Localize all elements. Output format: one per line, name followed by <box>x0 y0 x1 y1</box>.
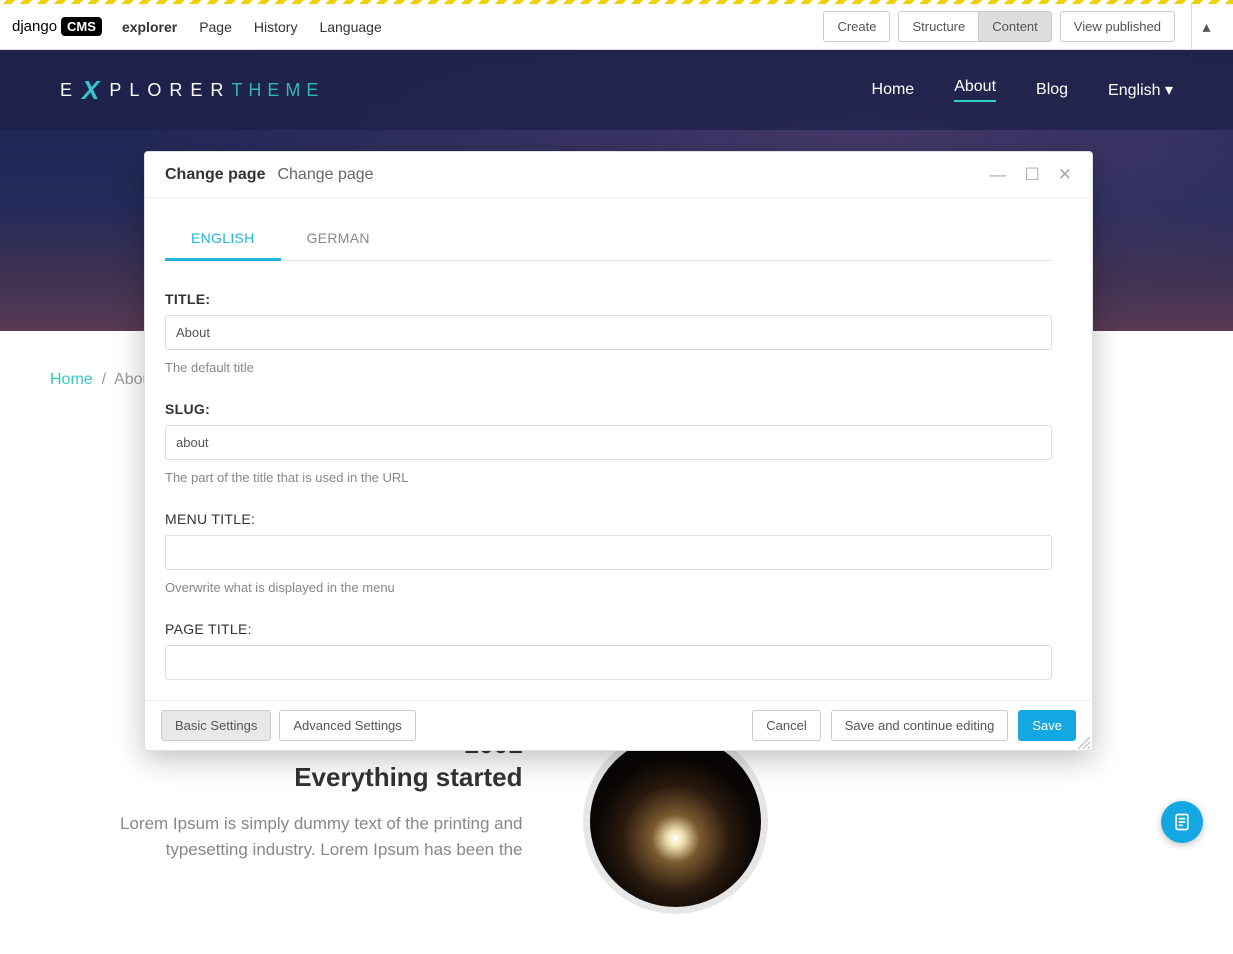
nav-about[interactable]: About <box>954 78 996 102</box>
logo-x-icon: X <box>82 75 107 106</box>
site-logo: E X PLORER THEME <box>60 75 324 106</box>
slug-help: The part of the title that is used in th… <box>165 470 1052 485</box>
save-button[interactable]: Save <box>1018 710 1076 741</box>
cms-menu: explorer Page History Language <box>122 19 404 35</box>
site-nav-links: Home About Blog English ▾ <box>872 78 1173 102</box>
cms-menu-history[interactable]: History <box>254 19 298 35</box>
basic-settings-button[interactable]: Basic Settings <box>161 710 271 741</box>
advanced-settings-button[interactable]: Advanced Settings <box>279 710 415 741</box>
field-slug: SLUG: The part of the title that is used… <box>165 401 1052 485</box>
save-continue-button[interactable]: Save and continue editing <box>831 710 1009 741</box>
language-tabs: ENGLISH GERMAN <box>165 218 1052 261</box>
cms-toolbar: django CMS explorer Page History Languag… <box>0 4 1233 50</box>
field-title: TITLE: The default title <box>165 291 1052 375</box>
title-help: The default title <box>165 360 1052 375</box>
resize-handle-icon[interactable] <box>1078 736 1090 748</box>
title-label: TITLE: <box>165 291 1052 307</box>
breadcrumb-sep: / <box>102 371 106 388</box>
menu-title-label: MENU TITLE: <box>165 511 1052 527</box>
site-nav: E X PLORER THEME Home About Blog English… <box>0 50 1233 130</box>
logo-pre: E <box>60 80 80 101</box>
modal-footer: Basic Settings Advanced Settings Cancel … <box>145 700 1092 750</box>
nav-language-dropdown[interactable]: English ▾ <box>1108 80 1173 100</box>
page-title-input[interactable] <box>165 645 1052 680</box>
breadcrumb-home[interactable]: Home <box>50 371 93 388</box>
field-page-title: PAGE TITLE: <box>165 621 1052 680</box>
cms-logo: django CMS <box>12 17 102 36</box>
nav-language-label: English <box>1108 82 1165 99</box>
modal-title-bold: Change page <box>165 166 265 184</box>
cms-menu-language[interactable]: Language <box>319 19 381 35</box>
cms-logo-badge: CMS <box>61 17 102 36</box>
tab-german[interactable]: GERMAN <box>281 218 396 260</box>
cms-menu-page[interactable]: Page <box>199 19 232 35</box>
menu-title-input[interactable] <box>165 535 1052 570</box>
modal-scroll-area[interactable]: ENGLISH GERMAN TITLE: The default title … <box>145 198 1092 700</box>
page-title-label: PAGE TITLE: <box>165 621 1052 637</box>
tab-english[interactable]: ENGLISH <box>165 218 281 261</box>
maximize-icon[interactable]: ☐ <box>1025 166 1040 183</box>
slug-input[interactable] <box>165 425 1052 460</box>
cancel-button[interactable]: Cancel <box>752 710 820 741</box>
document-icon <box>1172 812 1192 832</box>
structure-button[interactable]: Structure <box>898 11 979 42</box>
caret-down-icon: ▾ <box>1165 82 1173 99</box>
toolbar-collapse-toggle[interactable]: ▴ <box>1191 4 1221 50</box>
slug-label: SLUG: <box>165 401 1052 417</box>
timeline-image <box>583 729 768 914</box>
change-page-modal: Change page Change page — ☐ ✕ ENGLISH GE… <box>144 151 1093 751</box>
modal-window-controls: — ☐ ✕ <box>990 166 1073 183</box>
timeline-body: Lorem Ipsum is simply dummy text of the … <box>50 811 523 862</box>
logo-theme: THEME <box>231 80 324 101</box>
close-icon[interactable]: ✕ <box>1058 166 1072 183</box>
nav-home[interactable]: Home <box>872 81 915 99</box>
nav-blog[interactable]: Blog <box>1036 81 1068 99</box>
cms-menu-site[interactable]: explorer <box>122 19 177 35</box>
minimize-icon[interactable]: — <box>990 166 1007 183</box>
caret-up-icon: ▴ <box>1202 17 1210 37</box>
modal-title-plain: Change page <box>277 166 373 184</box>
logo-mid: PLORER <box>109 80 231 101</box>
cms-toolbar-right: Create Structure Content View published … <box>823 4 1221 50</box>
help-fab[interactable] <box>1161 801 1203 843</box>
field-menu-title: MENU TITLE: Overwrite what is displayed … <box>165 511 1052 595</box>
view-published-button[interactable]: View published <box>1060 11 1175 42</box>
cms-logo-text: django <box>12 18 57 35</box>
create-button[interactable]: Create <box>823 11 890 42</box>
timeline-title: Everything started <box>50 762 523 793</box>
timeline-row: 2001 Everything started Lorem Ipsum is s… <box>50 729 1183 914</box>
timeline-text: 2001 Everything started Lorem Ipsum is s… <box>50 729 583 914</box>
modal-header: Change page Change page — ☐ ✕ <box>145 152 1092 198</box>
menu-title-help: Overwrite what is displayed in the menu <box>165 580 1052 595</box>
content-button[interactable]: Content <box>978 11 1052 42</box>
view-mode-group: Structure Content <box>898 11 1051 42</box>
title-input[interactable] <box>165 315 1052 350</box>
modal-body: ENGLISH GERMAN TITLE: The default title … <box>145 198 1092 700</box>
